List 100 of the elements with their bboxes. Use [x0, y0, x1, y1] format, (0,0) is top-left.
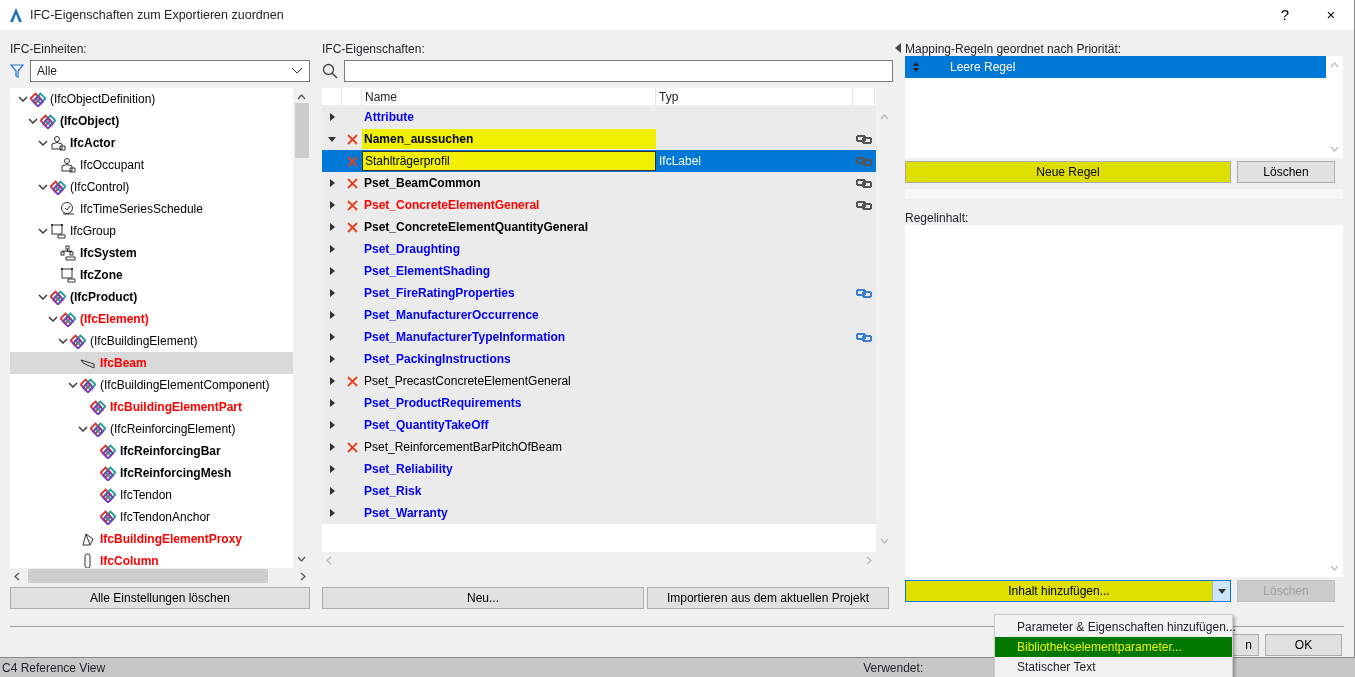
tree-item[interactable]: IfcColumn — [10, 550, 293, 568]
ifc-logo-icon — [30, 91, 46, 107]
person-icon — [50, 135, 66, 151]
tree-item[interactable]: (IfcBuildingElement) — [10, 330, 293, 352]
property-row[interactable]: Pset_QuantityTakeOff — [322, 414, 876, 436]
chevron-down-icon[interactable] — [48, 314, 58, 324]
clear-settings-button[interactable]: Alle Einstellungen löschen — [10, 587, 310, 609]
tree-item[interactable]: IfcGroup — [10, 220, 293, 242]
property-row[interactable]: Pset_PackingInstructions — [322, 348, 876, 370]
property-row[interactable]: Namen_aussuchen — [322, 128, 876, 150]
tree-item[interactable]: (IfcProduct) — [10, 286, 293, 308]
tree-item[interactable]: IfcBuildingElementPart — [10, 396, 293, 418]
property-name: Pset_Reliability — [364, 463, 453, 475]
collapsed-caret-icon[interactable] — [327, 222, 337, 232]
chevron-down-icon[interactable] — [68, 380, 78, 390]
tree-item[interactable]: IfcTimeSeriesSchedule — [10, 198, 293, 220]
tree-item[interactable]: IfcReinforcingBar — [10, 440, 293, 462]
property-row[interactable]: Pset_PrecastConcreteElementGeneral — [322, 370, 876, 392]
tree-item[interactable]: IfcActor — [10, 132, 293, 154]
ok-button[interactable]: OK — [1265, 634, 1342, 656]
cross-icon[interactable] — [346, 177, 358, 189]
import-button[interactable]: Importieren aus dem aktuellen Projekt — [647, 587, 889, 609]
collapsed-caret-icon[interactable] — [327, 354, 337, 364]
collapsed-caret-icon[interactable] — [327, 178, 337, 188]
tree-item[interactable]: IfcZone — [10, 264, 293, 286]
collapsed-caret-icon[interactable] — [327, 288, 337, 298]
new-button[interactable]: Neu... — [322, 587, 644, 609]
chevron-down-icon[interactable] — [38, 292, 48, 302]
dropdown-caret-icon[interactable] — [1216, 586, 1227, 596]
collapsed-caret-icon[interactable] — [327, 398, 337, 408]
collapse-arrow-icon[interactable] — [895, 42, 901, 53]
cross-icon[interactable] — [346, 441, 358, 453]
tree-item[interactable]: IfcOccupant — [10, 154, 293, 176]
property-row[interactable]: Pset_Reliability — [322, 458, 876, 480]
new-rule-button[interactable]: Neue Regel — [905, 161, 1231, 183]
sort-handle-icon[interactable] — [912, 62, 920, 72]
tree-item[interactable]: (IfcObjectDefinition) — [10, 88, 293, 110]
property-row[interactable]: Pset_BeamCommon — [322, 172, 876, 194]
delete-button[interactable]: Löschen — [1237, 161, 1335, 183]
cross-icon[interactable] — [346, 199, 358, 211]
tree-item[interactable]: IfcTendonAnchor — [10, 506, 293, 528]
filter-dropdown[interactable]: Alle — [30, 60, 310, 82]
collapsed-caret-icon[interactable] — [327, 486, 337, 496]
tree-item[interactable]: (IfcControl) — [10, 176, 293, 198]
property-row[interactable]: Pset_FireRatingProperties — [322, 282, 876, 304]
close-button[interactable]: × — [1308, 0, 1354, 30]
property-name: Pset_Warranty — [364, 507, 448, 519]
expanded-caret-icon[interactable] — [327, 134, 337, 144]
collapsed-caret-icon[interactable] — [327, 442, 337, 452]
property-row[interactable]: Stahlträgerprofil IfcLabel — [322, 150, 876, 172]
menu-item[interactable]: Statischer Text — [995, 657, 1232, 677]
tree-item[interactable]: IfcTendon — [10, 484, 293, 506]
property-row[interactable]: Pset_ManufacturerTypeInformation — [322, 326, 876, 348]
collapsed-caret-icon[interactable] — [327, 420, 337, 430]
property-row[interactable]: Pset_ConcreteElementQuantityGeneral — [322, 216, 876, 238]
property-row[interactable]: Pset_Warranty — [322, 502, 876, 524]
property-row[interactable]: Pset_Risk — [322, 480, 876, 502]
chevron-down-icon[interactable] — [28, 116, 38, 126]
search-field[interactable] — [344, 60, 893, 82]
tree-item[interactable]: IfcBuildingElementProxy — [10, 528, 293, 550]
ifc-logo-icon — [70, 333, 86, 349]
scrollbar-thumb[interactable] — [28, 569, 268, 583]
property-row[interactable]: Pset_ReinforcementBarPitchOfBeam — [322, 436, 876, 458]
property-row[interactable]: Pset_ProductRequirements — [322, 392, 876, 414]
collapsed-caret-icon[interactable] — [327, 266, 337, 276]
cross-icon[interactable] — [346, 133, 358, 145]
collapsed-caret-icon[interactable] — [327, 508, 337, 518]
property-row[interactable]: Pset_ManufacturerOccurrence — [322, 304, 876, 326]
property-row[interactable]: Attribute — [322, 106, 876, 128]
property-row[interactable]: Pset_Draughting — [322, 238, 876, 260]
property-row[interactable]: Pset_ElementShading — [322, 260, 876, 282]
collapsed-caret-icon[interactable] — [327, 332, 337, 342]
chevron-down-icon[interactable] — [78, 424, 88, 434]
shape-icon — [80, 531, 96, 547]
cross-icon[interactable] — [346, 221, 358, 233]
menu-item[interactable]: Bibliothekselementparameter... — [995, 637, 1232, 657]
tree-item[interactable]: (IfcObject) — [10, 110, 293, 132]
tree-item[interactable]: (IfcElement) — [10, 308, 293, 330]
collapsed-caret-icon[interactable] — [327, 112, 337, 122]
help-button[interactable]: ? — [1262, 0, 1308, 30]
tree-item[interactable]: IfcReinforcingMesh — [10, 462, 293, 484]
cross-icon[interactable] — [346, 375, 358, 387]
property-name: Pset_BeamCommon — [364, 177, 481, 189]
chevron-down-icon[interactable] — [38, 138, 48, 148]
rule-item[interactable]: Leere Regel — [905, 56, 1326, 78]
collapsed-caret-icon[interactable] — [327, 376, 337, 386]
collapsed-caret-icon[interactable] — [327, 310, 337, 320]
chevron-down-icon[interactable] — [38, 182, 48, 192]
tree-item[interactable]: IfcSystem — [10, 242, 293, 264]
chevron-down-icon[interactable] — [58, 336, 68, 346]
column-header: Typ — [656, 88, 853, 105]
collapsed-caret-icon[interactable] — [327, 200, 337, 210]
collapsed-caret-icon[interactable] — [327, 464, 337, 474]
scrollbar-thumb[interactable] — [294, 103, 309, 158]
add-content-split-button[interactable]: Inhalt hinzufügen... — [905, 580, 1231, 602]
collapsed-caret-icon[interactable] — [327, 244, 337, 254]
tree-item[interactable]: (IfcBuildingElementComponent) — [10, 374, 293, 396]
chevron-down-icon[interactable] — [18, 94, 28, 104]
tree-item[interactable]: (IfcReinforcingElement) — [10, 418, 293, 440]
chevron-down-icon[interactable] — [38, 226, 48, 236]
